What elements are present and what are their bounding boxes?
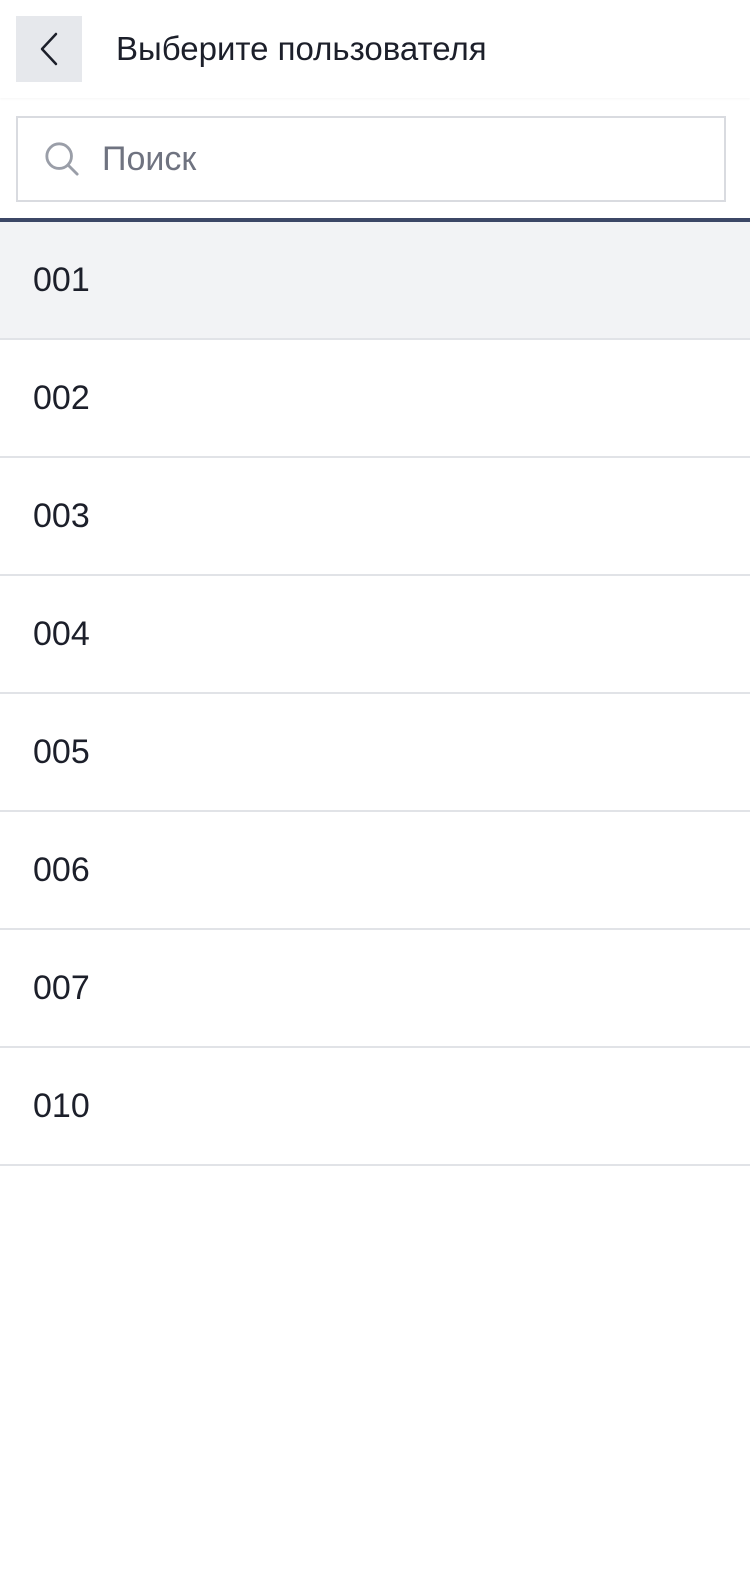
search-icon: [44, 141, 80, 177]
list-item-user[interactable]: 005: [0, 694, 750, 812]
list-item-user[interactable]: 002: [0, 340, 750, 458]
user-label: 006: [33, 850, 90, 889]
user-label: 001: [33, 260, 90, 299]
app-header: Выберите пользователя: [0, 0, 750, 98]
chevron-left-icon: [38, 32, 60, 66]
page-title: Выберите пользователя: [116, 30, 487, 67]
user-label: 005: [33, 732, 90, 771]
search-box[interactable]: [16, 116, 726, 202]
list-item-user[interactable]: 003: [0, 458, 750, 576]
user-label: 003: [33, 496, 90, 535]
list-item-user[interactable]: 001: [0, 222, 750, 340]
list-item-user[interactable]: 010: [0, 1048, 750, 1166]
user-list: 001 002 003 004 005 006 007 010: [0, 222, 750, 1166]
list-item-user[interactable]: 007: [0, 930, 750, 1048]
user-label: 010: [33, 1086, 90, 1125]
list-item-user[interactable]: 006: [0, 812, 750, 930]
user-label: 002: [33, 378, 90, 417]
search-input[interactable]: [102, 139, 682, 179]
user-label: 007: [33, 968, 90, 1007]
user-label: 004: [33, 614, 90, 653]
back-button[interactable]: [16, 16, 82, 82]
list-item-user[interactable]: 004: [0, 576, 750, 694]
